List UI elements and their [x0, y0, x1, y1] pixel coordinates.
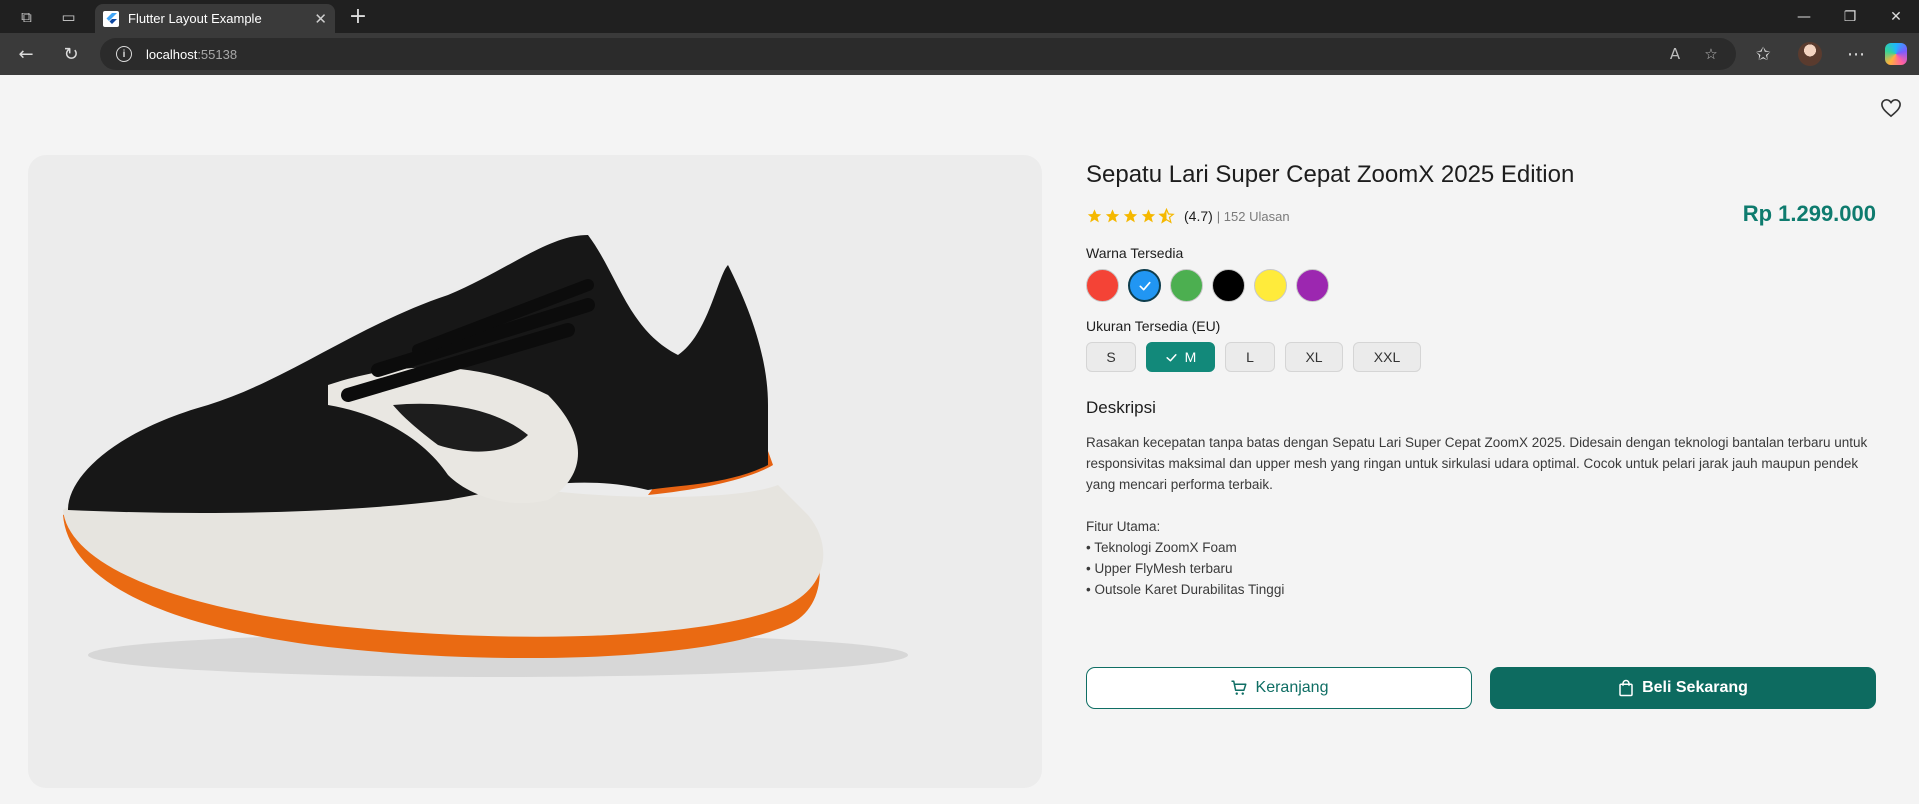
size-option-xxl[interactable]: XXL: [1353, 342, 1421, 372]
features-list: Fitur Utama: • Teknologi ZoomX Foam • Up…: [1086, 516, 1876, 600]
color-swatch-purple[interactable]: [1296, 269, 1329, 302]
favorite-star-icon[interactable]: ☆: [1696, 38, 1726, 70]
site-info-icon[interactable]: i: [116, 46, 132, 62]
size-label: L: [1246, 349, 1254, 365]
back-icon[interactable]: ←: [8, 33, 44, 75]
half-star-icon: [1158, 208, 1175, 224]
buy-label: Beli Sekarang: [1642, 679, 1748, 696]
close-window-icon[interactable]: ✕: [1873, 0, 1919, 33]
size-label: M: [1184, 349, 1197, 365]
size-option-l[interactable]: L: [1225, 342, 1275, 372]
cart-label: Keranjang: [1255, 679, 1329, 696]
size-label: S: [1106, 349, 1116, 365]
browser-tab[interactable]: Flutter Layout Example ✕: [95, 4, 335, 33]
profile-avatar[interactable]: [1798, 42, 1822, 66]
tab-actions-icon[interactable]: ▭: [52, 0, 85, 33]
product-price: Rp 1.299.000: [1742, 201, 1876, 226]
colors-label: Warna Tersedia: [1086, 245, 1184, 261]
product-details: Sepatu Lari Super Cepat ZoomX 2025 Editi…: [1086, 161, 1876, 600]
url-port: :55138: [197, 46, 238, 62]
color-swatch-black[interactable]: [1212, 269, 1245, 302]
product-image: [28, 155, 1042, 788]
star-icon: [1087, 209, 1102, 223]
star-icon: [1141, 209, 1156, 223]
browser-tab-bar: ⧉ ▭ Flutter Layout Example ✕ + — ❐ ✕: [0, 0, 1919, 33]
rating-value: (4.7): [1184, 208, 1213, 224]
cart-icon: [1231, 680, 1247, 695]
color-swatches: [1086, 269, 1876, 302]
action-buttons: Keranjang Beli Sekarang: [1086, 667, 1876, 709]
color-swatch-red[interactable]: [1086, 269, 1119, 302]
page-content: Sepatu Lari Super Cepat ZoomX 2025 Editi…: [4, 75, 1915, 804]
feature-item: • Outsole Karet Durabilitas Tinggi: [1086, 582, 1285, 597]
rating-stars: [1086, 208, 1175, 224]
color-swatch-blue[interactable]: [1128, 269, 1161, 302]
minimize-icon[interactable]: —: [1781, 0, 1827, 33]
rating-row: (4.7) | 152 Ulasan Rp 1.299.000: [1086, 201, 1876, 231]
feature-item: • Teknologi ZoomX Foam: [1086, 540, 1237, 555]
more-menu-icon[interactable]: ⋯: [1838, 33, 1874, 75]
shoe-image: [63, 235, 908, 677]
check-icon: [1166, 353, 1177, 362]
review-count: | 152 Ulasan: [1216, 208, 1290, 224]
browser-nav-bar: ← ↻ i localhost:55138 A ☆ ✩ ⋯: [0, 33, 1919, 75]
size-label: XXL: [1373, 349, 1401, 365]
close-tab-icon[interactable]: ✕: [314, 10, 327, 28]
tab-title: Flutter Layout Example: [128, 11, 262, 26]
star-icon: [1105, 209, 1120, 223]
check-icon: [1139, 281, 1150, 290]
read-aloud-icon[interactable]: A: [1660, 38, 1690, 70]
shopping-bag-icon: [1619, 679, 1633, 697]
add-to-cart-button[interactable]: Keranjang: [1086, 667, 1472, 709]
feature-item: • Upper FlyMesh terbaru: [1086, 561, 1233, 576]
workspaces-icon[interactable]: ⧉: [10, 0, 43, 33]
size-option-s[interactable]: S: [1086, 342, 1136, 372]
refresh-icon[interactable]: ↻: [53, 33, 89, 75]
flutter-icon: [103, 10, 119, 27]
features-title: Fitur Utama:: [1086, 519, 1161, 534]
description-text: Rasakan kecepatan tanpa batas dengan Sep…: [1086, 435, 1868, 492]
color-swatch-yellow[interactable]: [1254, 269, 1287, 302]
sizes-label: Ukuran Tersedia (EU): [1086, 318, 1221, 334]
size-label: XL: [1305, 349, 1323, 365]
new-tab-icon[interactable]: +: [343, 0, 373, 33]
size-options: S M L XL XXL: [1086, 342, 1876, 372]
size-option-m[interactable]: M: [1146, 342, 1215, 372]
restore-icon[interactable]: ❐: [1827, 0, 1873, 33]
size-option-xl[interactable]: XL: [1285, 342, 1343, 372]
product-title: Sepatu Lari Super Cepat ZoomX 2025 Editi…: [1086, 161, 1575, 188]
color-swatch-green[interactable]: [1170, 269, 1203, 302]
url-host: localhost: [146, 46, 198, 62]
favorites-icon[interactable]: ✩: [1745, 33, 1781, 75]
description-title: Deskripsi: [1086, 398, 1156, 417]
address-bar[interactable]: i localhost:55138 A ☆: [100, 38, 1736, 70]
buy-now-button[interactable]: Beli Sekarang: [1490, 667, 1876, 709]
star-icon: [1123, 209, 1138, 223]
copilot-icon[interactable]: [1885, 43, 1907, 65]
heart-icon[interactable]: [1876, 93, 1906, 123]
